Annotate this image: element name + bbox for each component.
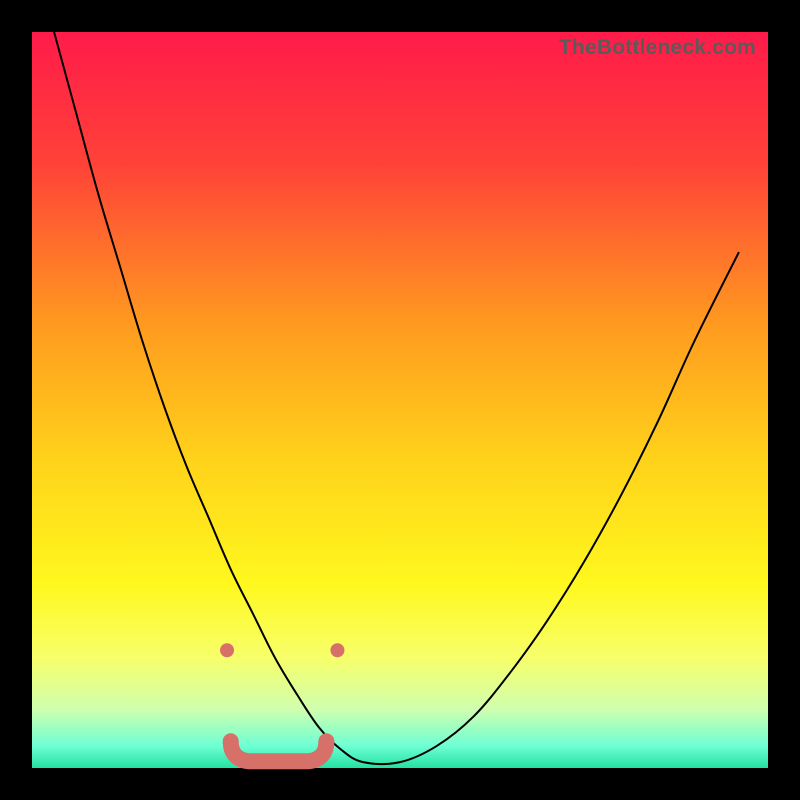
- chart-svg: [32, 32, 768, 768]
- chart-plot-area: TheBottleneck.com: [32, 32, 768, 768]
- optimal-range-marker: [231, 741, 327, 761]
- marker-end-dots: [220, 643, 344, 657]
- bottleneck-curve-line: [54, 32, 738, 764]
